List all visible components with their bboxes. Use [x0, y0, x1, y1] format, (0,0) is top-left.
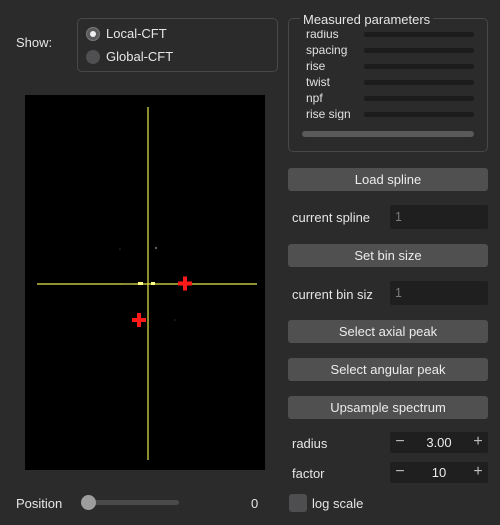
measured-parameters-list[interactable]: radius spacing rise twist npf rise sign [300, 30, 478, 120]
measured-parameters-title: Measured parameters [300, 12, 434, 27]
center-peak [151, 282, 155, 285]
radio-local-cft-label: Local-CFT [106, 26, 167, 41]
upsample-spectrum-button[interactable]: Upsample spectrum [288, 396, 488, 419]
select-axial-peak-button[interactable]: Select axial peak [288, 320, 488, 343]
factor-label: factor [292, 466, 325, 481]
radio-local-cft[interactable]: Local-CFT [86, 26, 167, 41]
set-bin-size-button[interactable]: Set bin size [288, 244, 488, 267]
param-value-bar [364, 64, 474, 69]
position-slider-track[interactable] [85, 500, 179, 505]
radio-global-cft[interactable]: Global-CFT [86, 49, 173, 64]
spectral-dot [154, 246, 158, 250]
param-row-rise-sign: rise sign [300, 106, 478, 120]
position-slider-handle[interactable] [81, 495, 96, 510]
param-value-bar [364, 32, 474, 37]
param-name: radius [306, 30, 339, 41]
spectral-dot [174, 319, 176, 321]
load-spline-button[interactable]: Load spline [288, 168, 488, 191]
radio-unchecked-icon[interactable] [86, 49, 100, 64]
param-name: spacing [306, 43, 348, 57]
spectrum-canvas[interactable] [25, 95, 265, 470]
log-scale-label: log scale [312, 496, 364, 511]
position-value: 0 [251, 496, 259, 511]
position-label: Position [16, 496, 63, 511]
current-bin-size-label: current bin siz [292, 287, 373, 302]
radius-spinbox[interactable]: − 3.00 + [390, 432, 488, 453]
select-angular-peak-button[interactable]: Select angular peak [288, 358, 488, 381]
spectral-dot [119, 248, 121, 250]
radius-label: radius [292, 436, 328, 451]
param-value-bar [364, 80, 474, 85]
spectrum-image [25, 95, 265, 470]
param-row-twist: twist [300, 74, 478, 90]
radio-checked-icon[interactable] [86, 26, 100, 41]
param-row-npf: npf [300, 90, 478, 106]
log-scale-checkbox[interactable] [289, 494, 307, 512]
center-peak [138, 282, 143, 285]
radio-global-cft-label: Global-CFT [106, 49, 174, 64]
param-row-spacing: spacing [300, 42, 478, 58]
param-value-bar [364, 112, 474, 117]
factor-spinbox[interactable]: − 10 + [390, 462, 488, 483]
current-bin-size-input[interactable]: 1 [390, 281, 488, 305]
param-row-radius: radius [300, 30, 478, 42]
current-spline-input[interactable]: 1 [390, 205, 488, 229]
center-peak [123, 283, 133, 285]
show-label: Show: [16, 35, 53, 50]
param-name: twist [306, 75, 330, 89]
param-name: rise sign [306, 107, 351, 120]
current-spline-label: current spline [292, 210, 371, 225]
increment-icon[interactable]: + [468, 432, 488, 453]
export-csv-button-clipped[interactable] [302, 131, 474, 137]
radius-value[interactable]: 3.00 [410, 432, 468, 453]
param-row-rise: rise [300, 58, 478, 74]
decrement-icon[interactable]: − [390, 462, 410, 483]
param-value-bar [364, 48, 474, 53]
show-radio-group: Local-CFT Global-CFT [77, 18, 278, 72]
param-name: rise [306, 59, 326, 73]
factor-value[interactable]: 10 [410, 462, 468, 483]
increment-icon[interactable]: + [468, 462, 488, 483]
param-value-bar [364, 96, 474, 101]
param-name: npf [306, 91, 323, 105]
decrement-icon[interactable]: − [390, 432, 410, 453]
